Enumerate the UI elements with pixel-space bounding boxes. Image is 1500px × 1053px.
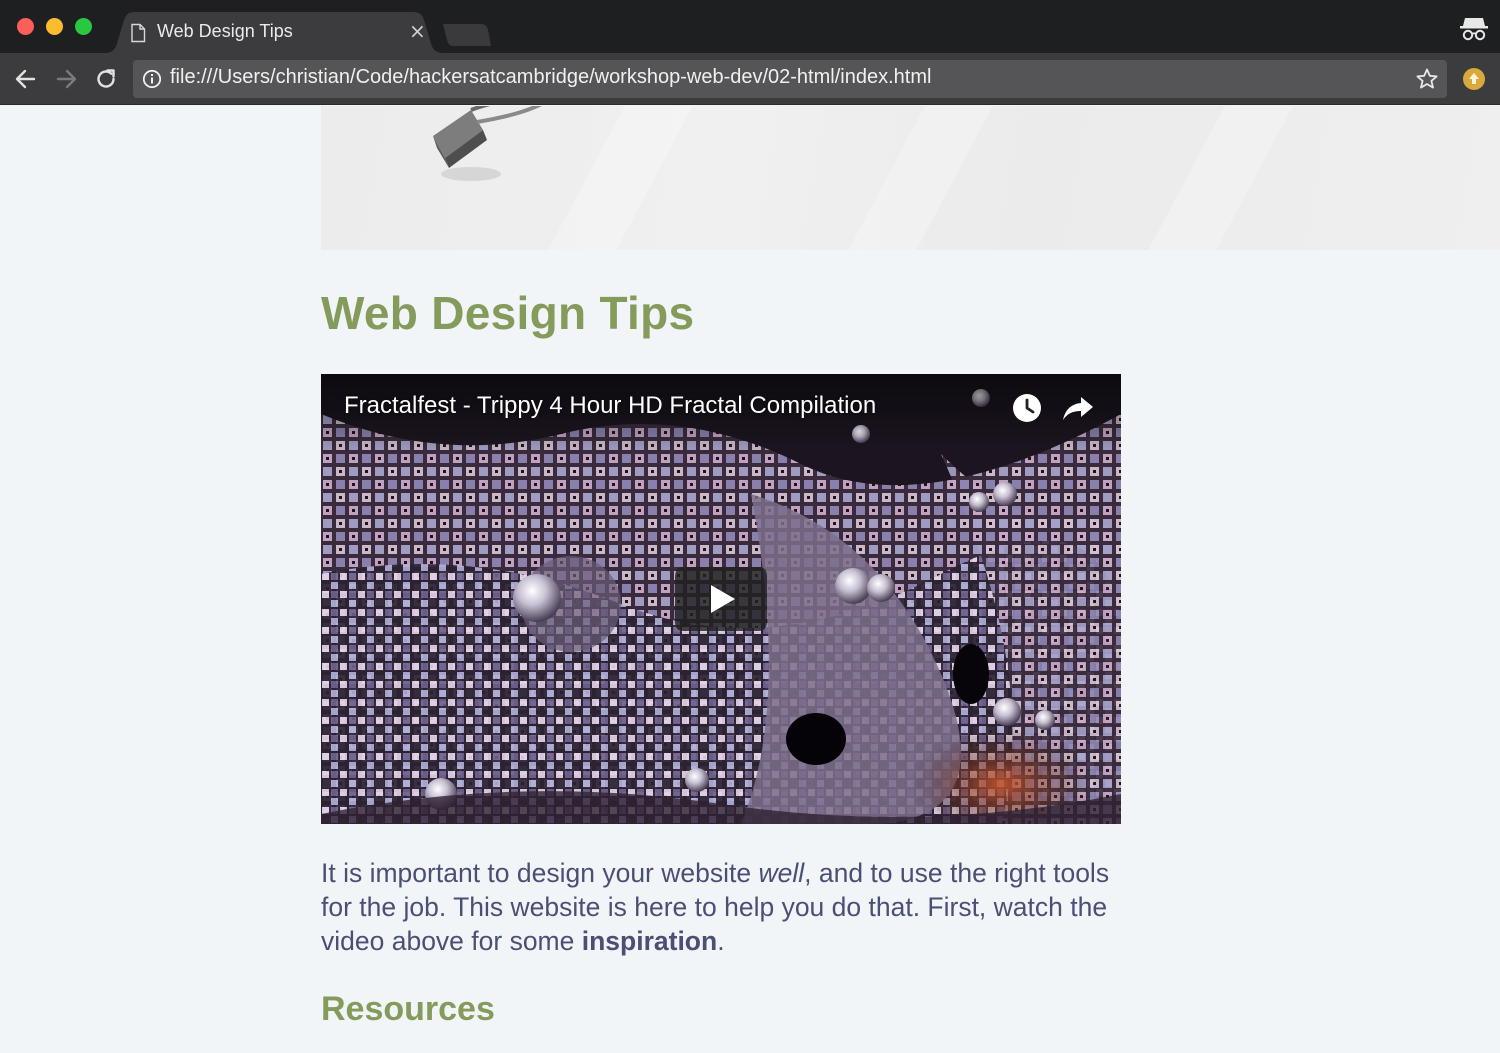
share-icon[interactable] <box>1061 392 1095 424</box>
minimize-window-button[interactable] <box>46 18 63 35</box>
close-window-button[interactable] <box>17 18 34 35</box>
address-bar[interactable]: file:///Users/christian/Code/hackersatca… <box>133 60 1447 98</box>
document-icon <box>131 23 146 43</box>
back-icon[interactable] <box>12 65 40 93</box>
page-title: Web Design Tips <box>321 287 695 339</box>
new-tab-button[interactable] <box>441 22 493 48</box>
tab-title: Web Design Tips <box>157 21 293 41</box>
browser-tab-active[interactable]: Web Design Tips × <box>104 12 444 53</box>
resources-heading: Resources <box>321 990 495 1028</box>
info-icon[interactable] <box>142 69 162 89</box>
reload-icon[interactable] <box>92 65 120 93</box>
maximize-window-button[interactable] <box>75 18 92 35</box>
address-bar-url[interactable]: file:///Users/christian/Code/hackersatca… <box>170 66 931 89</box>
emphasis-well: well <box>758 858 805 888</box>
star-icon[interactable] <box>1415 67 1439 91</box>
play-icon[interactable] <box>673 565 769 633</box>
extension-icon[interactable] <box>1462 67 1486 91</box>
page-viewport: Web Design Tips Fractalfest - Trippy 4 H… <box>0 106 1500 1053</box>
browser-tab-bar: Web Design Tips × <box>0 0 1500 53</box>
tab-close-icon[interactable]: × <box>409 19 426 43</box>
hero-image <box>321 106 1500 250</box>
intro-paragraph: It is important to design your website w… <box>321 858 1110 956</box>
forward-icon[interactable] <box>52 65 80 93</box>
video-embed[interactable]: Fractalfest - Trippy 4 Hour HD Fractal C… <box>321 374 1121 824</box>
incognito-icon <box>1460 18 1488 41</box>
video-title[interactable]: Fractalfest - Trippy 4 Hour HD Fractal C… <box>344 392 876 420</box>
watch-later-icon[interactable] <box>1011 392 1043 424</box>
browser-toolbar: file:///Users/christian/Code/hackersatca… <box>0 53 1500 105</box>
binder-clip-icon <box>433 106 543 181</box>
strong-inspiration: inspiration <box>581 926 718 956</box>
